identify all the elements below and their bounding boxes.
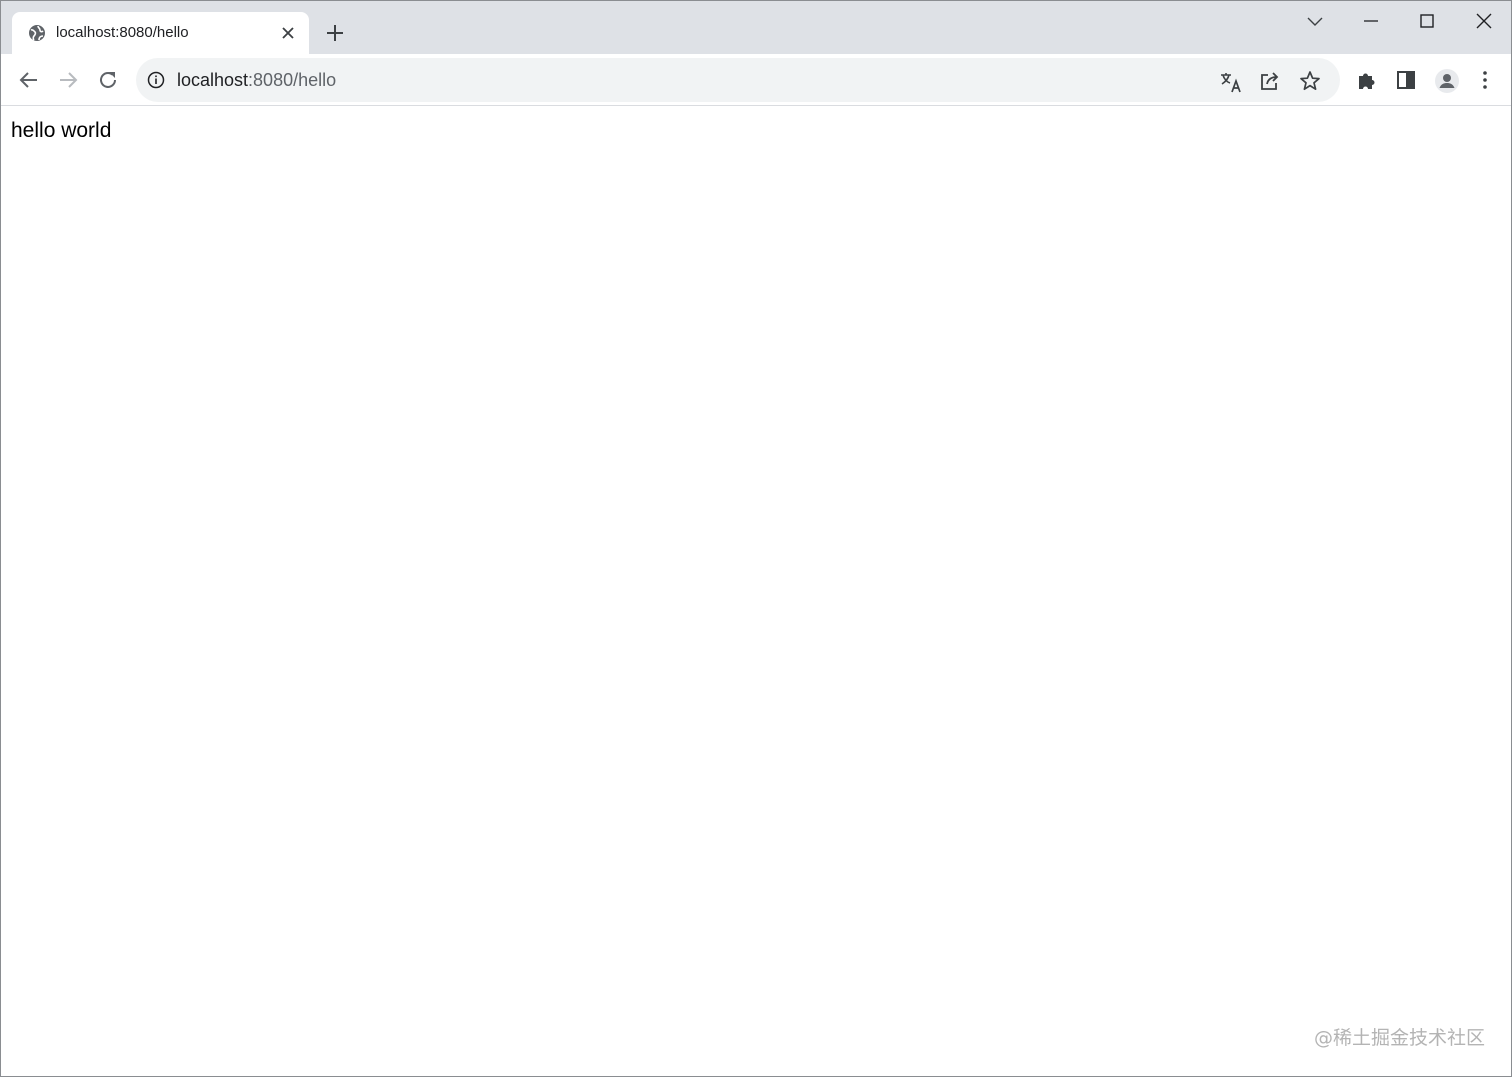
share-icon[interactable] <box>1259 70 1281 92</box>
back-arrow-icon[interactable] <box>17 68 41 92</box>
browser-toolbar: localhost:8080/hello <box>1 54 1511 106</box>
new-tab-plus-icon[interactable] <box>323 21 347 45</box>
forward-arrow-icon[interactable] <box>56 68 80 92</box>
url-host: localhost <box>177 70 249 90</box>
translate-icon[interactable] <box>1219 70 1241 93</box>
profile-avatar-icon[interactable] <box>1435 69 1459 93</box>
page-viewport: hello world @稀土掘金技术社区 <box>1 107 1511 1076</box>
browser-window: localhost:8080/hello localhost:8080/hell… <box>0 0 1512 1077</box>
more-vertical-icon[interactable] <box>1474 69 1496 91</box>
reload-icon[interactable] <box>96 68 120 92</box>
tab-close-icon[interactable] <box>278 23 298 43</box>
url-path: :8080/hello <box>248 70 337 90</box>
minimize-icon[interactable] <box>1359 9 1383 33</box>
watermark: @稀土掘金技术社区 <box>1313 1027 1485 1049</box>
maximize-icon[interactable] <box>1415 9 1439 33</box>
active-tab[interactable]: localhost:8080/hello <box>12 12 309 54</box>
tab-title: localhost:8080/hello <box>56 24 189 41</box>
site-info-icon[interactable] <box>147 71 165 89</box>
page-body-text: hello world <box>11 119 112 142</box>
tab-search-chevron-down-icon[interactable] <box>1303 9 1327 33</box>
close-window-icon[interactable] <box>1472 9 1496 33</box>
address-bar[interactable]: localhost:8080/hello <box>136 58 1340 102</box>
globe-icon <box>28 24 46 42</box>
url-text[interactable]: localhost:8080/hello <box>177 70 336 90</box>
extensions-puzzle-icon[interactable] <box>1356 69 1378 91</box>
side-panel-icon[interactable] <box>1395 69 1417 91</box>
tab-strip: localhost:8080/hello <box>1 1 1511 54</box>
bookmark-star-icon[interactable] <box>1299 70 1321 92</box>
